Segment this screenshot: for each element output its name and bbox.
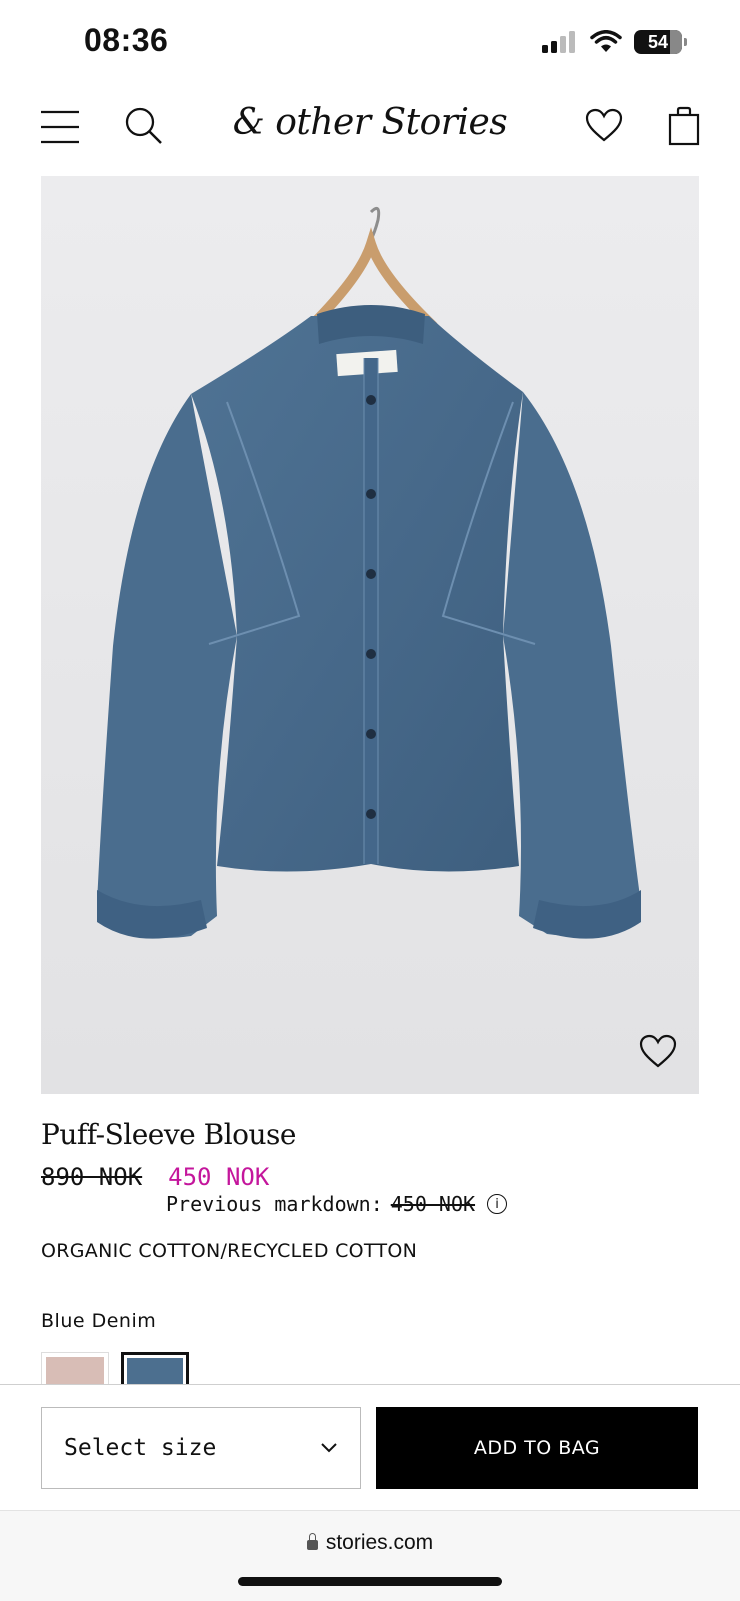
battery-level: 54 [647,31,669,52]
home-indicator[interactable] [238,1577,502,1586]
url-text: stories.com [325,1531,434,1554]
size-select[interactable]: Select size [41,1407,361,1489]
shopping-bag-icon[interactable] [668,106,700,150]
product-material: ORGANIC COTTON/RECYCLED COTTON [41,1240,418,1262]
status-bar: 08:36 54 [0,0,740,88]
brand-logo[interactable]: & other Stories [0,102,740,143]
markdown-label: Previous markdown: [166,1192,383,1216]
chevron-down-icon [321,1443,337,1453]
product-favorite-icon[interactable] [639,1034,677,1072]
original-price: 890 NOK [41,1163,143,1191]
swatch-blue-denim[interactable] [121,1352,189,1384]
site-header: & other Stories [0,96,740,160]
status-time: 08:36 [84,22,169,58]
status-icons: 54 [542,30,687,54]
product-photo [41,176,699,1094]
swatch-pink[interactable] [41,1352,109,1384]
wifi-icon [590,30,622,52]
color-swatches [41,1352,189,1384]
signal-icon [542,31,575,53]
product-image[interactable] [41,176,699,1094]
product-title: Puff-Sleeve Blouse [41,1118,297,1151]
add-to-bag-button[interactable]: ADD TO BAG [376,1407,698,1489]
battery-icon: 54 [634,30,687,54]
purchase-bar: Select size ADD TO BAG [0,1384,740,1511]
size-select-label: Select size [64,1435,217,1461]
color-name: Blue Denim [41,1310,157,1332]
price-row: 890 NOK 450 NOK [41,1163,269,1191]
wishlist-icon[interactable] [585,108,623,146]
previous-markdown: Previous markdown: 450 NOK i [166,1192,508,1216]
info-icon[interactable]: i [487,1194,508,1214]
browser-url-bar: stories.com [0,1510,740,1601]
sale-price: 450 NOK [168,1163,270,1191]
markdown-price: 450 NOK [390,1192,476,1216]
url-display[interactable]: stories.com [0,1531,740,1555]
lock-icon [306,1533,318,1550]
